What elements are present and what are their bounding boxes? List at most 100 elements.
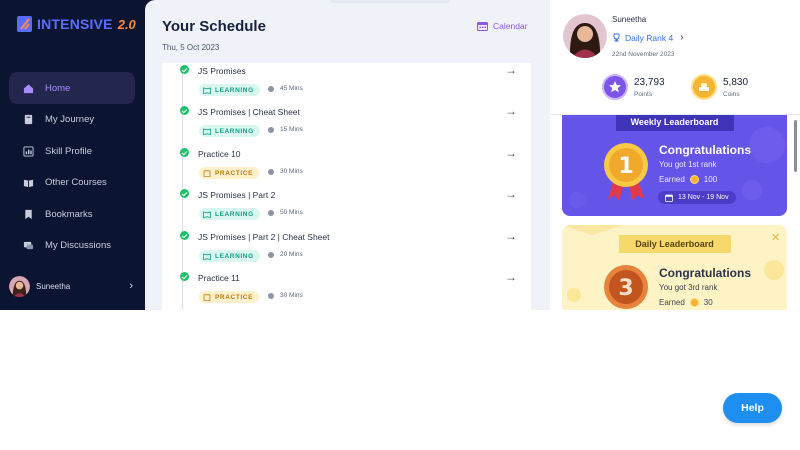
check-icon [180,65,189,74]
arrow-right-icon[interactable]: → [505,188,517,200]
coin-icon [689,175,699,184]
daily-earned-value: 30 [703,298,713,307]
logo[interactable]: INTENSIVE 2.0 [16,14,136,34]
clock-icon [268,85,274,92]
calendar-icon [477,22,488,31]
weekly-leaderboard-title: Weekly Leaderboard [615,115,734,131]
sidebar-item-home[interactable]: Home [9,72,135,104]
daily-earned: Earned 30 [659,298,713,307]
sidebar-item-bookmarks[interactable]: Bookmarks [9,199,135,231]
weekly-earned-value: 100 [703,175,718,184]
sidebar-item-label: My Journey [45,114,95,126]
daily-rank: Daily Rank 4 [625,32,674,43]
check-icon [180,231,189,240]
points-value: 23,793 [634,76,665,88]
clock-icon [268,251,274,258]
daily-heading: Congratulations [659,266,751,280]
sidebar-item-label: Bookmarks [45,208,93,220]
help-button[interactable]: Help [723,393,782,423]
medal-number: 3 [618,276,633,301]
check-icon [180,106,189,115]
weekly-heading: Congratulations [659,143,751,157]
journey-icon [24,115,33,125]
home-icon [23,83,34,93]
sidebar-item-label: Skill Profile [45,145,92,157]
star-icon [602,74,628,100]
coins-stat: 5,830 Coins [691,74,748,100]
sidebar-user[interactable]: Suneetha › [9,274,139,298]
avatar [9,275,30,297]
sidebar-item-my-journey[interactable]: My Journey [9,104,135,136]
avatar[interactable] [563,14,607,58]
schedule-item[interactable]: Practice 10 → PRACTICE 30 Mins [162,147,531,188]
coins-label: Coins [723,90,740,98]
clipboard-icon [203,169,211,177]
courses-icon [23,180,34,188]
logo-icon [17,16,32,32]
type-badge: PRACTICE [199,291,260,303]
book-icon [203,127,211,135]
coins-icon [691,74,717,100]
medal-number: 1 [618,154,633,179]
daily-leaderboard-card[interactable]: Daily Leaderboard ✕ 3 Congratulations Yo… [562,225,787,310]
daily-subtitle: You got 3rd rank [659,283,718,292]
daily-rank-link[interactable]: Daily Rank 4 › [612,32,684,43]
coins-value: 5,830 [723,76,749,88]
chevron-right-icon: › [680,32,684,43]
sidebar-item-my-discussions[interactable]: My Discussions [9,230,135,262]
check-icon [180,148,189,157]
book-icon [203,210,211,218]
schedule-item[interactable]: JS Promises | Part 2 → LEARNING 50 Mins [162,188,531,229]
schedule-item[interactable]: JS Promises | Part 2 | Cheat Sheet → LEA… [162,230,531,271]
schedule-item[interactable]: Practice 11 → PRACTICE 30 Mins [162,271,531,310]
schedule-item-title: JS Promises [198,66,246,76]
points-stat: 23,793 Points [602,74,665,100]
scrollbar[interactable] [794,120,797,172]
schedule-date: Thu, 5 Oct 2023 [162,43,220,52]
check-icon [180,272,189,281]
weekly-subtitle: You got 1st rank [659,160,717,169]
type-badge: LEARNING [199,208,260,220]
bronze-medal-icon: 3 [604,265,648,309]
sidebar-nav: Home My Journey Skill Profile Other Cour… [9,72,135,262]
clock-icon [268,292,274,299]
sidebar-user-name: Suneetha [36,281,71,291]
arrow-right-icon[interactable]: → [505,64,517,76]
bookmark-icon [25,209,32,219]
sidebar-item-label: My Discussions [45,240,111,252]
logo-text: INTENSIVE [37,16,113,32]
weekly-date-range: 13 Nov - 19 Nov [658,191,736,204]
schedule-list: JS Promises → LEARNING 45 Mins JS Promis… [162,63,531,310]
arrow-right-icon[interactable]: → [505,271,517,283]
chevron-right-icon: › [129,280,133,292]
type-badge: LEARNING [199,125,260,137]
coin-icon [689,298,699,307]
schedule-item-title: Practice 10 [198,149,241,159]
schedule-panel: Your Schedule Thu, 5 Oct 2023 Calendar J… [145,0,550,310]
panel-handle [330,0,450,3]
sidebar-item-other-courses[interactable]: Other Courses [9,167,135,199]
trophy-icon [613,33,620,42]
calendar-link[interactable]: Calendar [477,21,528,31]
arrow-right-icon[interactable]: → [505,230,517,242]
discussion-icon [23,242,34,250]
profile-name: Suneetha [612,15,647,24]
schedule-item-title: Practice 11 [198,273,240,283]
duration: 30 Mins [268,168,303,175]
duration: 30 Mins [268,292,303,299]
arrow-right-icon[interactable]: → [505,147,517,159]
daily-leaderboard-title: Daily Leaderboard [618,235,731,253]
weekly-leaderboard-card[interactable]: Weekly Leaderboard 1 Congratulations You… [562,115,787,216]
sidebar: INTENSIVE 2.0 Home My Journey Skill Prof… [0,0,155,310]
weekly-earned: Earned 100 [659,175,718,184]
clock-icon [268,209,274,216]
type-badge: LEARNING [199,84,260,96]
close-icon[interactable]: ✕ [771,231,780,244]
sidebar-item-skill-profile[interactable]: Skill Profile [9,136,135,168]
schedule-item[interactable]: JS Promises | Cheat Sheet → LEARNING 15 … [162,105,531,146]
arrow-right-icon[interactable]: → [505,105,517,117]
app-window: INTENSIVE 2.0 Home My Journey Skill Prof… [0,0,800,310]
logo-version: 2.0 [117,16,136,32]
page-title: Your Schedule [162,18,266,35]
schedule-item[interactable]: JS Promises → LEARNING 45 Mins [162,64,531,105]
